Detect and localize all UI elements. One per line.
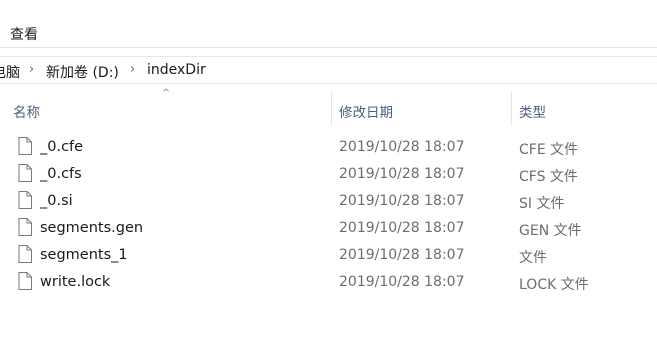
file-type: CFS 文件 <box>519 169 578 185</box>
file-name[interactable]: segments.gen <box>40 220 143 236</box>
file-type: GEN 文件 <box>519 223 582 239</box>
file-row[interactable]: _0.si 2019/10/28 18:07 SI 文件 <box>0 188 657 215</box>
file-row[interactable]: segments.gen 2019/10/28 18:07 GEN 文件 <box>0 215 657 242</box>
file-icon <box>18 191 32 209</box>
column-header-name[interactable]: 名称 <box>13 101 40 121</box>
file-row[interactable]: segments_1 2019/10/28 18:07 文件 <box>0 242 657 269</box>
ribbon: 查看 <box>0 0 657 48</box>
file-icon <box>18 245 32 263</box>
column-header-date[interactable]: 修改日期 <box>339 101 393 121</box>
file-date: 2019/10/28 18:07 <box>339 166 465 182</box>
file-date: 2019/10/28 18:07 <box>339 139 465 155</box>
address-bar[interactable]: 电脑 › 新加卷 (D:) › indexDir <box>0 56 657 84</box>
file-name[interactable]: _0.si <box>40 193 73 209</box>
breadcrumb-item-folder[interactable]: indexDir <box>147 62 206 78</box>
file-row[interactable]: write.lock 2019/10/28 18:07 LOCK 文件 <box>0 269 657 296</box>
file-date: 2019/10/28 18:07 <box>339 220 465 236</box>
chevron-right-icon[interactable]: › <box>130 62 135 77</box>
column-divider[interactable] <box>511 92 512 126</box>
file-date: 2019/10/28 18:07 <box>339 247 465 263</box>
ribbon-divider <box>0 47 657 48</box>
file-icon <box>18 137 32 155</box>
file-name[interactable]: _0.cfs <box>40 166 82 182</box>
file-icon <box>18 272 32 290</box>
ribbon-tab-view[interactable]: 查看 <box>10 24 38 44</box>
file-name[interactable]: _0.cfe <box>40 139 83 155</box>
file-list: _0.cfe 2019/10/28 18:07 CFE 文件 _0.cfs 2019/1… <box>0 134 657 296</box>
breadcrumb-item-drive[interactable]: 新加卷 (D:) <box>46 62 119 82</box>
breadcrumb-item-pc[interactable]: 电脑 <box>0 62 20 82</box>
file-type: CFE 文件 <box>519 142 579 158</box>
file-row[interactable]: _0.cfe 2019/10/28 18:07 CFE 文件 <box>0 134 657 161</box>
file-date: 2019/10/28 18:07 <box>339 274 465 290</box>
file-name[interactable]: write.lock <box>40 274 110 290</box>
column-header-type[interactable]: 类型 <box>519 101 546 121</box>
file-icon <box>18 164 32 182</box>
file-icon <box>18 218 32 236</box>
column-header: 名称 修改日期 类型 <box>0 92 657 126</box>
chevron-right-icon[interactable]: › <box>29 62 34 77</box>
file-type: 文件 <box>519 250 547 266</box>
column-divider[interactable] <box>331 92 332 126</box>
file-row[interactable]: _0.cfs 2019/10/28 18:07 CFS 文件 <box>0 161 657 188</box>
file-date: 2019/10/28 18:07 <box>339 193 465 209</box>
file-type: SI 文件 <box>519 196 565 212</box>
file-name[interactable]: segments_1 <box>40 247 128 263</box>
file-type: LOCK 文件 <box>519 277 589 293</box>
